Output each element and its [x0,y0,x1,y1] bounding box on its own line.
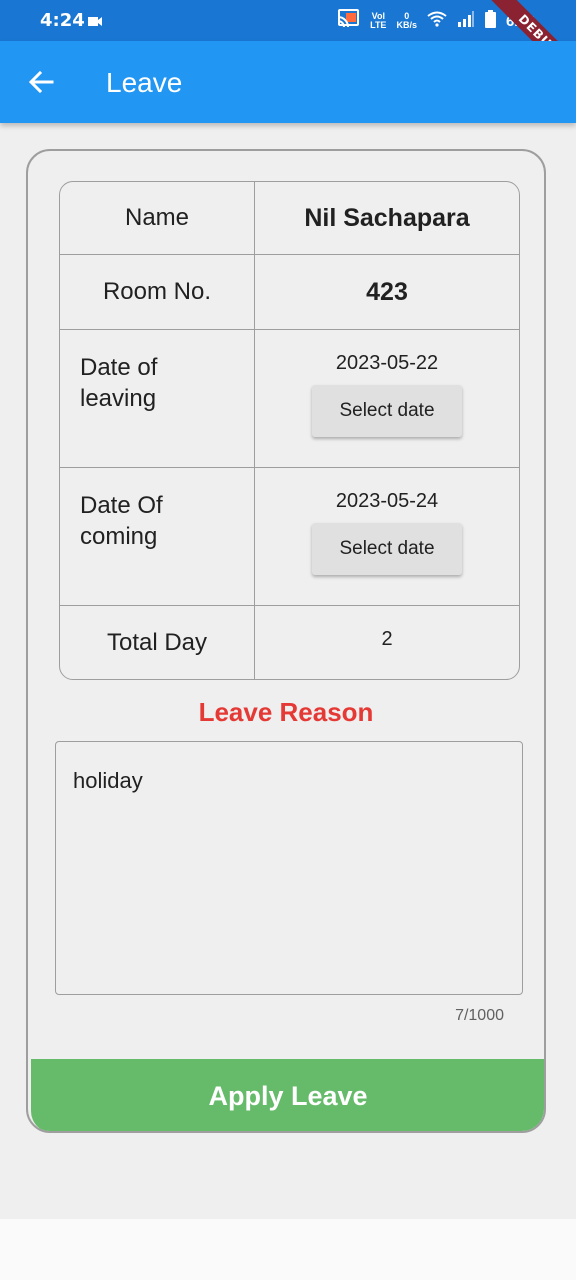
leave-form-card: Name Nil Sachapara Room No. 423 Date of … [26,149,546,1133]
select-coming-date-button[interactable]: Select date [312,523,462,575]
video-camera-icon [88,14,102,32]
coming-label: Date Of coming [80,492,163,550]
coming-date: 2023-05-24 [335,490,439,512]
cast-icon [336,9,360,33]
network-speed: 0 KB/s [396,12,417,30]
status-bar: 4:24 Vol LTE 0 KB/s 61% DEBUG [0,0,576,88]
volte-bottom: LTE [370,20,387,30]
speed-unit: KB/s [396,20,417,30]
leave-reason-title: Leave Reason [198,697,374,727]
status-time: 4:24 [40,10,85,31]
battery-icon [484,10,496,32]
total-day-value: 2 [381,628,393,650]
apply-leave-button[interactable]: Apply Leave [31,1059,544,1131]
table-row-leaving: Date of leaving 2023-05-22 Select date [60,330,519,468]
app-bar: Leave [0,41,576,123]
name-label: Name [60,182,255,255]
total-day-label: Total Day [60,606,255,679]
leaving-date: 2023-05-22 [335,352,439,374]
page-title: Leave [106,67,183,98]
table-row-total: Total Day 2 [60,606,519,679]
room-value: 423 [255,255,519,330]
leave-info-table: Name Nil Sachapara Room No. 423 Date of … [59,181,520,680]
leave-reason-input[interactable]: holiday [55,741,523,995]
leaving-label: Date of leaving [80,354,158,412]
system-navigation-area [0,1219,576,1280]
table-row-name: Name Nil Sachapara [60,182,519,255]
volte-indicator: Vol LTE [370,12,386,30]
table-row-coming: Date Of coming 2023-05-24 Select date [60,468,519,606]
select-leaving-date-button[interactable]: Select date [312,385,462,437]
arrow-back-icon[interactable] [26,67,56,97]
character-counter: 7/1000 [455,1007,504,1024]
wifi-icon [427,11,447,31]
table-row-room: Room No. 423 [60,255,519,330]
name-value: Nil Sachapara [255,182,519,255]
room-label: Room No. [60,255,255,330]
signal-icon [457,11,475,31]
